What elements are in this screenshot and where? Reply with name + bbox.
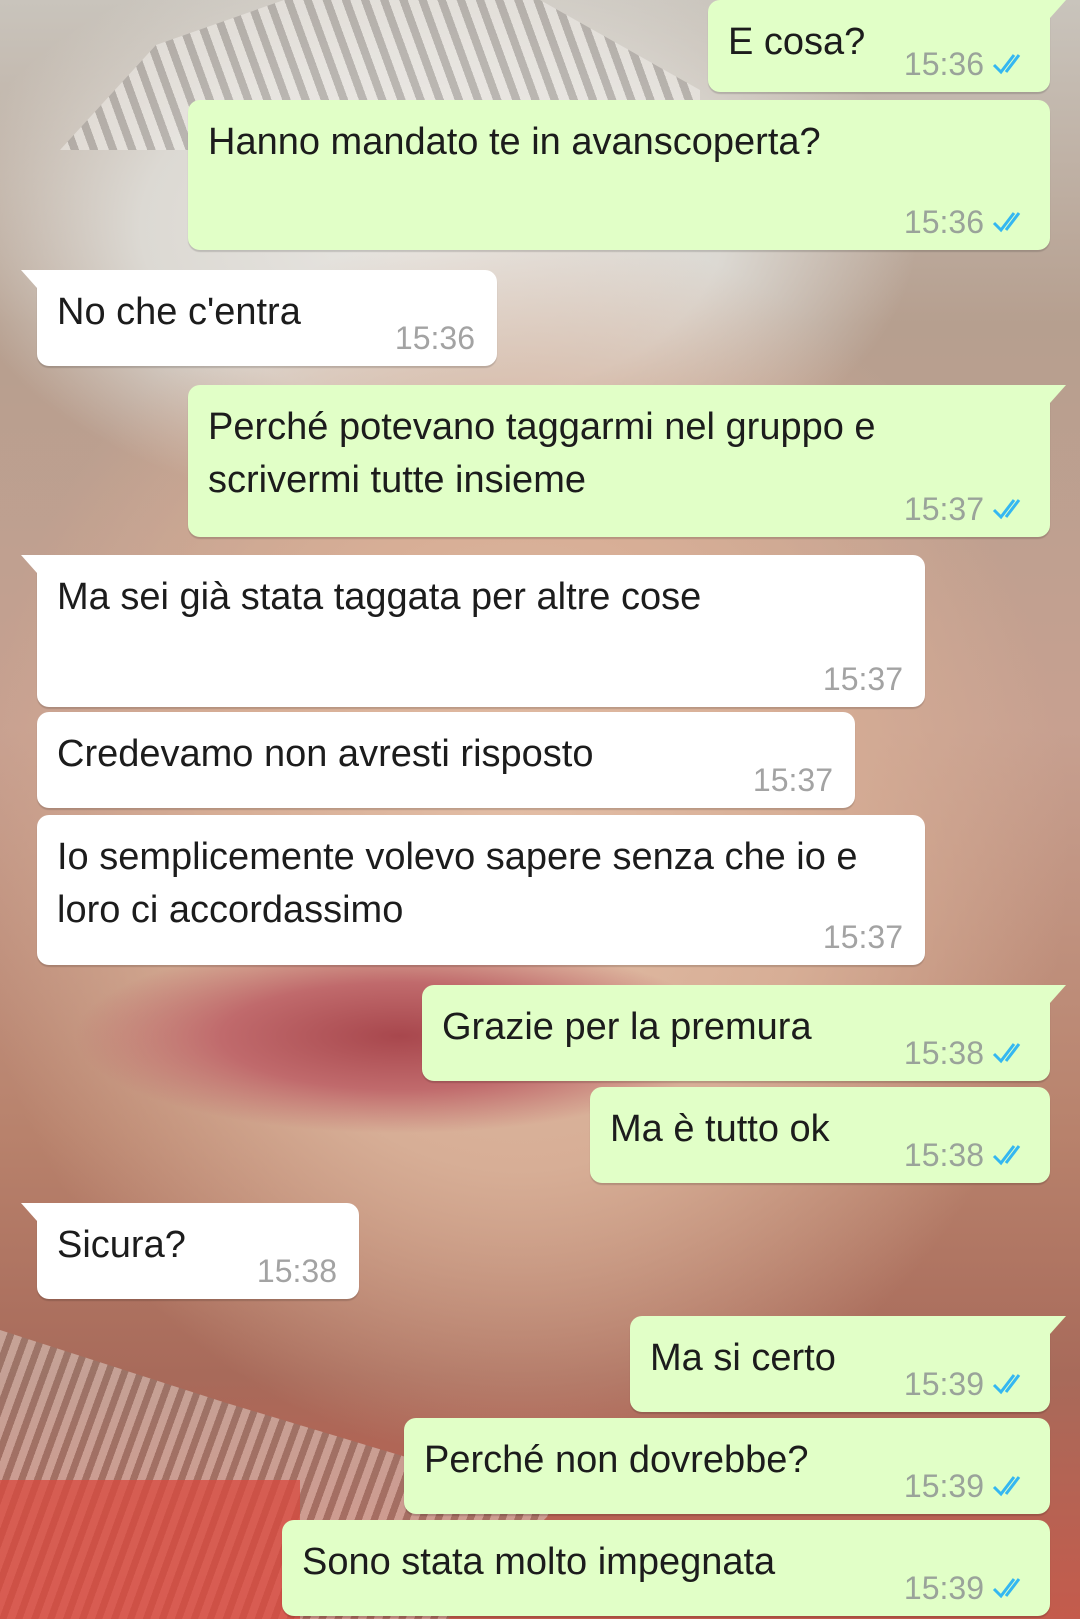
message-meta: 15:36 [904,204,1032,240]
message-bubble-outgoing[interactable]: Hanno mandato te in avanscoperta? 15:36 [188,100,1050,250]
message-meta: 15:38 [904,1137,1032,1173]
message-bubble-outgoing[interactable]: Grazie per la premura 15:38 [422,985,1066,1081]
message-text: Credevamo non avresti risposto [57,733,594,775]
message-meta: 15:38 [904,1035,1032,1071]
message-time: 15:38 [903,1137,984,1173]
message-time: 15:39 [903,1468,984,1504]
message-bubble-incoming[interactable]: Sicura? 15:38 [21,1203,359,1299]
message-bubble-outgoing[interactable]: Ma è tutto ok 15:38 [590,1087,1050,1183]
message-time: 15:37 [752,762,833,798]
message-meta: 15:39 [904,1468,1032,1504]
message-time: 15:36 [903,46,984,82]
message-bubble-outgoing[interactable]: Sono stata molto impegnata 15:39 [282,1520,1050,1616]
message-bubble-outgoing[interactable]: Perché potevano taggarmi nel gruppo e sc… [188,385,1066,537]
message-meta: 15:39 [904,1570,1032,1606]
double-check-icon [992,499,1021,520]
message-time: 15:38 [256,1253,337,1289]
message-meta: 15:37 [904,491,1032,527]
message-meta: 15:37 [823,661,903,697]
double-check-icon [992,1476,1021,1497]
message-time: 15:36 [394,320,475,356]
message-bubble-outgoing[interactable]: E cosa? 15:36 [708,0,1066,92]
message-time: 15:37 [822,661,903,697]
message-text: Sicura? [57,1224,186,1266]
double-check-icon [992,1043,1021,1064]
message-text: Io semplicemente volevo sapere senza che… [57,836,858,931]
message-text: Perché potevano taggarmi nel gruppo e sc… [208,406,876,501]
message-meta: 15:36 [395,320,475,356]
message-time: 15:36 [903,204,984,240]
message-text: E cosa? [728,21,866,63]
message-time: 15:37 [903,491,984,527]
message-time: 15:37 [822,919,903,955]
message-list[interactable]: E cosa? 15:36 Hanno mandato te in avansc… [0,0,1080,1619]
message-text: Perché non dovrebbe? [424,1439,809,1481]
message-meta: 15:36 [904,46,1032,82]
message-time: 15:39 [903,1366,984,1402]
message-time: 15:38 [903,1035,984,1071]
message-text: Sono stata molto impegnata [302,1541,776,1583]
message-bubble-incoming[interactable]: Ma sei già stata taggata per altre cose … [21,555,925,707]
message-meta: 15:38 [257,1253,337,1289]
message-text: Ma si certo [650,1337,836,1379]
message-text: Ma sei già stata taggata per altre cose [57,576,702,618]
message-text: Hanno mandato te in avanscoperta? [208,121,821,163]
message-bubble-incoming[interactable]: Credevamo non avresti risposto 15:37 [37,712,855,808]
double-check-icon [992,1374,1021,1395]
double-check-icon [992,54,1021,75]
message-text: Ma è tutto ok [610,1108,830,1150]
message-meta: 15:37 [823,919,903,955]
message-bubble-incoming[interactable]: No che c'entra 15:36 [21,270,497,366]
message-bubble-outgoing[interactable]: Ma si certo 15:39 [630,1316,1066,1412]
message-text: Grazie per la premura [442,1006,812,1048]
message-meta: 15:37 [753,762,833,798]
message-bubble-outgoing[interactable]: Perché non dovrebbe? 15:39 [404,1418,1050,1514]
message-text: No che c'entra [57,291,301,333]
message-bubble-incoming[interactable]: Io semplicemente volevo sapere senza che… [37,815,925,965]
message-meta: 15:39 [904,1366,1032,1402]
message-time: 15:39 [903,1570,984,1606]
double-check-icon [992,1145,1021,1166]
double-check-icon [992,1578,1021,1599]
double-check-icon [992,212,1021,233]
